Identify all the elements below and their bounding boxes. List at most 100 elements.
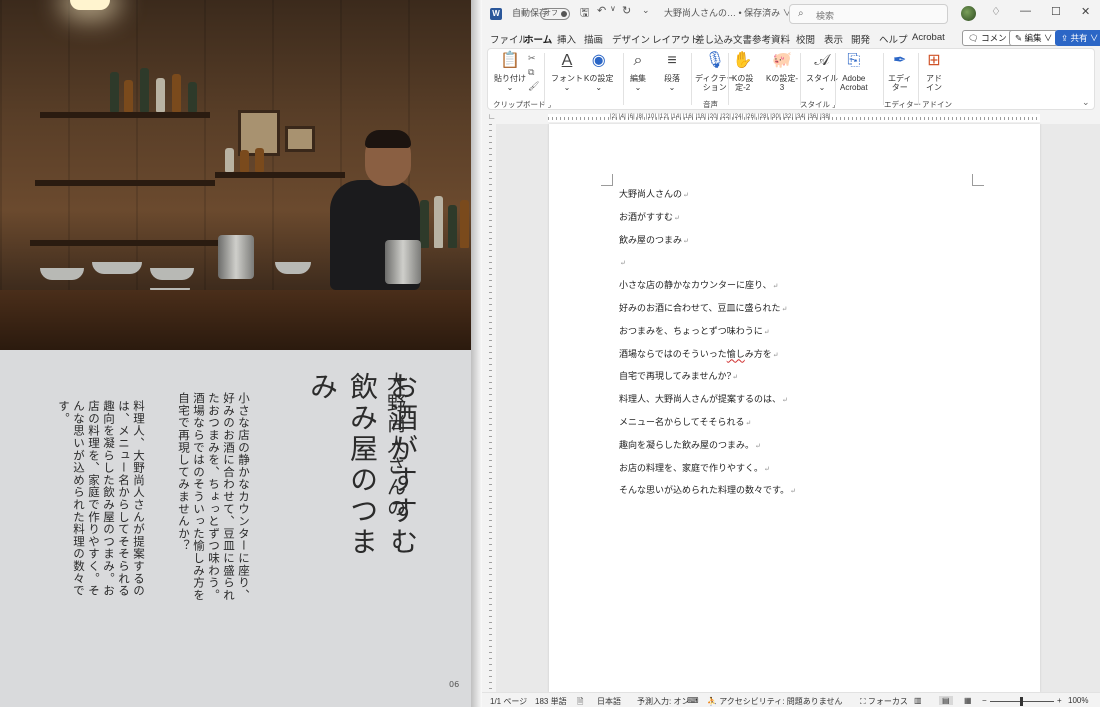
focus-button[interactable]: ⛶ フォーカス [860, 696, 908, 707]
status-bar: 1/1 ページ 183 単語 🗎 日本語 予測入力: オン ⌨ ⛹ アクセシビリ… [482, 692, 1100, 707]
document-title[interactable]: 大野尚人さんの… • 保存済み ∨ [664, 6, 792, 19]
edit-button[interactable]: ⌕ 編集 ⌄ [628, 51, 648, 92]
addin-button[interactable]: ⊞ アド イン [924, 51, 944, 92]
zoom-slider-thumb[interactable] [1020, 697, 1023, 706]
tab-references[interactable]: 参考資料 [752, 32, 790, 46]
spelling-flag[interactable]: 愉し [727, 350, 745, 360]
document-line[interactable]: 酒場ならではのそういった愉しみ方を↵ [619, 348, 796, 371]
page-count[interactable]: 1/1 ページ [490, 696, 527, 707]
vertical-ruler [486, 124, 495, 692]
font-icon: A [561, 52, 573, 69]
paragraph-mark: ↵ [790, 487, 796, 496]
copy-icon[interactable]: ⧉ [528, 67, 534, 78]
read-mode-icon[interactable]: ▥ [914, 696, 922, 705]
word-count[interactable]: 183 単語 [535, 696, 567, 707]
paragraph-mark: ↵ [683, 236, 689, 245]
document-line[interactable]: メニュー名からしてそそられる↵ [619, 416, 796, 439]
proofing-icon[interactable]: 🗎 [577, 696, 583, 707]
document-line[interactable]: 好みのお酒に合わせて、豆皿に盛られた↵ [619, 302, 796, 325]
paragraph-mark: ↵ [764, 464, 770, 473]
predictive-input[interactable]: 予測入力: オン [637, 696, 689, 707]
document-page[interactable]: 大野尚人さんの↵ お酒がすすむ↵ 飲み屋のつまみ↵ ↵ 小さな店の静かなカウンターに座り… [549, 124, 1040, 692]
search-box[interactable]: ⌕ 検索 [789, 4, 948, 24]
page-number: 06 [449, 680, 460, 689]
document-line[interactable]: お店の料理を、家庭で作りやすく。↵ [619, 462, 796, 485]
paragraph-mark: ↵ [763, 327, 770, 336]
tab-draw[interactable]: 描画 [584, 32, 603, 46]
title-bar: W 自動保存 オフ 🖫 ↶ ∨ ↻ ⌄ 大野尚人さんの… • 保存済み ∨ ⌕ … [482, 0, 1100, 28]
save-icon[interactable]: 🖫 [580, 4, 589, 23]
document-line[interactable]: 飲み屋のつまみ↵ [619, 234, 796, 257]
maximize-icon[interactable]: ☐ [1051, 5, 1061, 18]
document-line[interactable]: そんな思いが込められた料理の数々です。↵ [619, 484, 796, 507]
autosave-toggle[interactable]: オフ [540, 8, 570, 20]
edit-mode-button[interactable]: ✎ 編集 ∨ [1009, 30, 1059, 46]
zoom-in-icon[interactable]: + [1057, 696, 1062, 705]
avatar[interactable] [961, 6, 976, 21]
paragraph-button[interactable]: ≡ 段落 ⌄ [662, 51, 682, 92]
format-painter-icon[interactable]: 🖌 [528, 81, 539, 92]
redo-icon[interactable]: ↻ [622, 4, 631, 17]
paragraph-mark: ↵ [732, 373, 739, 382]
document-line[interactable]: 料理人、大野尚人さんが提案するのは、↵ [619, 393, 796, 416]
paste-button[interactable]: 📋 貼り付け ⌄ [494, 51, 526, 92]
tab-review[interactable]: 校閲 [796, 32, 815, 46]
piggy-icon: 🐖 [772, 52, 792, 69]
tab-acrobat[interactable]: Acrobat [912, 32, 945, 43]
hand-icon: ✋ [732, 52, 753, 69]
tab-design[interactable]: デザイン [612, 32, 650, 46]
print-layout-icon[interactable]: ▤ [939, 696, 953, 705]
lightbulb-icon[interactable]: ♢ [991, 5, 1001, 18]
tab-home[interactable]: ホーム [524, 32, 553, 50]
document-line[interactable]: 趣向を凝らした飲み屋のつまみ。↵ [619, 439, 796, 462]
accessibility-status[interactable]: ⛹ アクセシビリティ: 問題ありません [707, 696, 843, 707]
share-button[interactable]: ⇪ 共有 ∨ [1055, 30, 1100, 46]
tab-insert[interactable]: 挿入 [557, 32, 576, 46]
paragraph-mark: ↵ [745, 418, 752, 427]
paragraph-mark: ↵ [781, 304, 788, 313]
divider [471, 0, 482, 707]
tab-view[interactable]: 表示 [824, 32, 843, 46]
styles-icon: 𝒜 [814, 52, 830, 69]
k-settings-2-button[interactable]: ✋ Kの設 定-2 [732, 51, 753, 92]
document-line[interactable]: 大野尚人さんの↵ [619, 188, 796, 211]
track-icon[interactable]: ⌨ [687, 696, 699, 705]
bar-photo [0, 0, 471, 350]
magazine-scan: 大野尚人さんの お酒がすすむ 飲み屋のつまみ 小さな店の静かなカウンターに座り、… [0, 0, 471, 707]
search-icon: ⌕ [798, 8, 804, 19]
web-layout-icon[interactable]: ▦ [964, 696, 972, 705]
zoom-level[interactable]: 100% [1068, 696, 1088, 705]
zoom-out-icon[interactable]: − [982, 696, 987, 705]
collapse-ribbon-icon[interactable]: ⌄ [1082, 97, 1090, 108]
language[interactable]: 日本語 [597, 696, 621, 707]
document-line[interactable]: おつまみを、ちょっとずつ味わうに↵ [619, 325, 796, 348]
article-body-2: 料理人、大野尚人さんが提案するのは、メニュー名からしてそそられる趣向を凝らした飲… [57, 400, 146, 597]
document-line[interactable]: お酒がすすむ↵ [619, 211, 796, 234]
document-body[interactable]: 大野尚人さんの↵ お酒がすすむ↵ 飲み屋のつまみ↵ ↵ 小さな店の静かなカウンターに座り… [619, 188, 796, 507]
k-settings-button[interactable]: ◉ Kの設定 ⌄ [584, 51, 613, 92]
tab-file[interactable]: ファイル [490, 32, 528, 46]
document-line[interactable]: 自宅で再現してみませんか?↵ [619, 370, 796, 393]
search-placeholder: 検索 [816, 11, 835, 21]
tab-help[interactable]: ヘルプ [879, 32, 908, 46]
font-button[interactable]: A フォント ⌄ [551, 51, 583, 92]
microphone-icon: 🎙 [704, 52, 726, 69]
document-line[interactable]: ↵ [619, 256, 796, 279]
customize-qat-icon[interactable]: ⌄ [642, 5, 650, 16]
horizontal-ruler[interactable]: ∟ |2| |4| |6| |8| |10| |12| |14| |16| |1… [482, 112, 1100, 124]
tab-layout[interactable]: レイアウト [652, 32, 700, 46]
tab-developer[interactable]: 開発 [851, 32, 870, 46]
close-icon[interactable]: ✕ [1081, 5, 1090, 18]
tab-selector-icon[interactable]: ∟ [488, 112, 496, 121]
undo-icon[interactable]: ↶ [597, 4, 606, 17]
editor-button[interactable]: ✒ エディ ター [888, 51, 911, 92]
styles-button[interactable]: 𝒜 スタイル ⌄ [806, 51, 838, 92]
k-settings-3-button[interactable]: 🐖 Kの設定- 3 [766, 51, 798, 92]
document-line[interactable]: 小さな店の静かなカウンターに座り、↵ [619, 279, 796, 302]
undo-dropdown-icon[interactable]: ∨ [610, 4, 616, 13]
minimize-icon[interactable]: — [1020, 5, 1031, 17]
adobe-acrobat-button[interactable]: ⎘ Adobe Acrobat [840, 51, 868, 92]
cut-icon[interactable]: ✂ [528, 53, 536, 64]
tab-mailings[interactable]: 差し込み文書 [695, 32, 752, 46]
paragraph-mark: ↵ [782, 396, 788, 405]
